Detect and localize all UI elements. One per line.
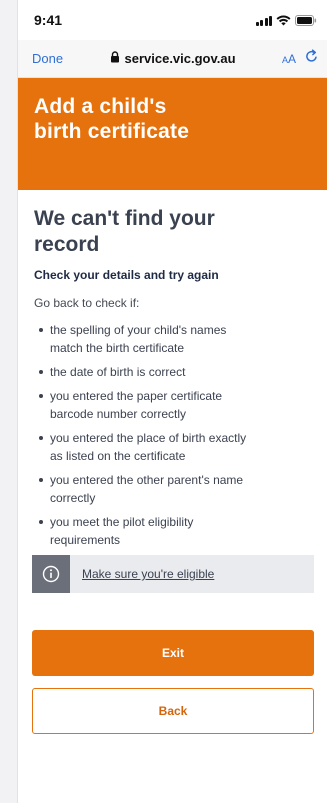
text-size-button[interactable]: AA (282, 52, 296, 66)
list-item-line: match the birth certificate (50, 341, 185, 355)
info-icon (32, 555, 70, 593)
error-subheading: Check your details and try again (34, 268, 219, 282)
eligibility-link[interactable]: Make sure you're eligible (70, 555, 214, 593)
mobile-page: 9:41 Done service.vic.gov.au AA Add a ch… (18, 0, 327, 803)
error-heading-line-2: record (34, 233, 100, 256)
lock-icon (110, 51, 120, 66)
intro-text: Go back to check if: (34, 296, 140, 310)
list-item-line: correctly (50, 491, 96, 505)
list-item: you entered the paper certificate barcode… (34, 387, 311, 423)
browser-done-button[interactable]: Done (32, 51, 63, 66)
status-time: 9:41 (34, 12, 63, 28)
list-item-line: you entered the other parent's name (50, 473, 244, 487)
page-title: Add a child's birth certificate (34, 94, 311, 144)
page-title-line-1: Add a child's (34, 95, 167, 118)
browser-address[interactable]: service.vic.gov.au (110, 51, 236, 66)
eligibility-notice: Make sure you're eligible (32, 555, 314, 593)
list-item-line: the date of birth is correct (50, 365, 186, 379)
browser-right-controls: AA (282, 48, 319, 69)
exit-button[interactable]: Exit (32, 630, 314, 676)
browser-url-text: service.vic.gov.au (124, 51, 236, 66)
list-item: the spelling of your child's names match … (34, 321, 311, 357)
back-button[interactable]: Back (32, 688, 314, 734)
page-banner: Add a child's birth certificate (18, 78, 327, 190)
reload-icon[interactable] (304, 48, 319, 69)
browser-toolbar: Done service.vic.gov.au AA (18, 40, 327, 78)
list-item-line: as listed on the certificate (50, 449, 186, 463)
list-item-line: requirements (50, 533, 121, 547)
list-item: you entered the place of birth exactly as… (34, 429, 311, 465)
status-icons (255, 14, 318, 26)
error-heading: We can't find your record (34, 206, 311, 258)
list-item-line: you entered the paper certificate (50, 389, 223, 403)
wifi-icon (276, 15, 291, 26)
list-item: you meet the pilot eligibility requiremen… (34, 513, 311, 549)
list-item: the date of birth is correct (34, 363, 311, 381)
list-item-line: you entered the place of birth exactly (50, 431, 247, 445)
background-window-edge (0, 0, 18, 803)
list-item-line: you meet the pilot eligibility (50, 515, 194, 529)
text-size-large-label: A (287, 51, 296, 66)
list-item: you entered the other parent's name corre… (34, 471, 311, 507)
check-list: the spelling of your child's names match … (34, 321, 311, 549)
page-title-line-2: birth certificate (34, 120, 190, 143)
error-heading-line-1: We can't find your (34, 207, 215, 230)
list-item-line: the spelling of your child's names (50, 323, 227, 337)
cellular-signal-icon (255, 15, 272, 26)
battery-icon (295, 14, 317, 26)
list-item-line: barcode number correctly (50, 407, 187, 421)
main-content: We can't find your record Check your det… (18, 190, 327, 734)
status-bar: 9:41 (18, 0, 327, 40)
